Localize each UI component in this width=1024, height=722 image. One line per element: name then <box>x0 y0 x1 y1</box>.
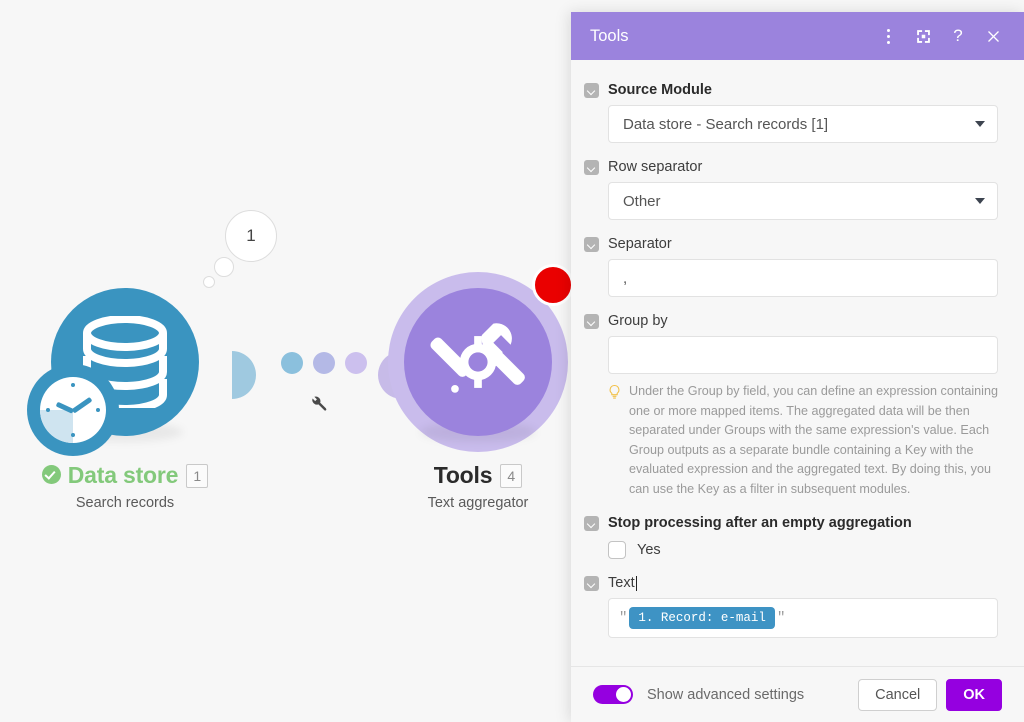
connector-dot-3 <box>345 352 367 374</box>
field-header-text[interactable]: Text <box>584 575 998 591</box>
module-name: Tools <box>433 462 493 488</box>
group-by-hint: Under the Group by field, you can define… <box>584 382 998 499</box>
field-wrap-source-module: Data store - Search records [1] <box>584 105 998 143</box>
panel-header: Tools ? <box>571 12 1024 60</box>
panel-body: Source Module Data store - Search record… <box>571 60 1024 666</box>
chevron-down-icon[interactable] <box>584 159 599 175</box>
scheduled-clock-icon <box>27 364 119 456</box>
select-value: Other <box>623 192 661 210</box>
chevron-down-icon <box>975 121 985 127</box>
chevron-down-icon <box>975 198 985 204</box>
module-tools[interactable]: Tools 4 Text aggregator <box>388 264 574 511</box>
help-icon[interactable]: ? <box>943 21 973 51</box>
status-ok-icon <box>41 465 61 484</box>
group-by-input[interactable] <box>608 336 998 374</box>
module-data-store[interactable]: Data store 1 Search records <box>27 272 215 511</box>
ok-button[interactable]: OK <box>946 678 1002 711</box>
module-label-data-store: Data store 1 Search records <box>0 462 255 511</box>
cancel-button[interactable]: Cancel <box>858 678 938 711</box>
show-advanced-settings-toggle[interactable] <box>593 685 633 704</box>
chevron-down-icon[interactable] <box>584 515 599 531</box>
module-subtitle: Text aggregator <box>427 495 529 511</box>
toggle-knob <box>616 687 631 702</box>
module-label-tools: Tools 4 Text aggregator <box>348 462 608 511</box>
connector-dot-2 <box>313 352 335 374</box>
open-quote: " <box>619 610 628 627</box>
chevron-down-icon[interactable] <box>584 313 599 329</box>
module-badge: 4 <box>500 463 523 488</box>
field-wrap-separator: , <box>584 259 998 297</box>
hint-text: Under the Group by field, you can define… <box>629 384 998 496</box>
tools-icon <box>404 288 552 436</box>
field-label: Text <box>608 575 635 592</box>
show-advanced-settings-label: Show advanced settings <box>647 686 805 703</box>
close-icon[interactable] <box>978 21 1008 51</box>
bundle-counter-value: 1 <box>225 210 277 262</box>
text-token-input[interactable]: " 1. Record: e-mail " <box>608 598 998 639</box>
field-wrap-text: " 1. Record: e-mail " <box>584 598 998 639</box>
field-header-group-by[interactable]: Group by <box>584 313 998 329</box>
field-wrap-group-by <box>584 336 998 374</box>
field-header-stop-processing[interactable]: Stop processing after an empty aggregati… <box>584 515 998 531</box>
text-cursor-caret <box>635 575 637 591</box>
source-module-select[interactable]: Data store - Search records [1] <box>608 105 998 143</box>
connector-dot-1 <box>281 352 303 374</box>
field-wrap-row-separator: Other <box>584 182 998 220</box>
module-name: Data store <box>67 462 179 488</box>
panel-footer: Show advanced settings Cancel OK <box>571 666 1024 722</box>
kebab-menu-icon[interactable] <box>873 21 903 51</box>
expand-icon[interactable] <box>908 21 938 51</box>
connector-arc-left <box>232 351 256 399</box>
bundle-counter-bubble-mid <box>214 257 234 277</box>
tools-settings-panel[interactable]: Tools ? Source Module Data store - Searc… <box>571 12 1024 722</box>
field-label: Stop processing after an empty aggregati… <box>608 515 912 532</box>
field-header-source-module[interactable]: Source Module <box>584 82 998 98</box>
module-badge: 1 <box>186 463 209 488</box>
stop-processing-checkbox-row[interactable]: Yes <box>584 541 998 560</box>
field-label: Separator <box>608 236 672 252</box>
chevron-down-icon[interactable] <box>584 82 599 98</box>
field-header-row-separator[interactable]: Row separator <box>584 159 998 175</box>
field-label: Row separator <box>608 159 703 175</box>
checkbox-label: Yes <box>637 542 661 559</box>
panel-title: Tools <box>590 26 629 45</box>
row-separator-select[interactable]: Other <box>608 182 998 220</box>
stop-processing-checkbox[interactable] <box>608 541 626 560</box>
mapped-token-pill[interactable]: 1. Record: e-mail <box>629 607 775 630</box>
field-label: Group by <box>608 313 668 329</box>
input-value: , <box>623 269 628 287</box>
module-subtitle: Search records <box>75 495 175 511</box>
chevron-down-icon[interactable] <box>584 236 599 252</box>
field-header-separator[interactable]: Separator <box>584 236 998 252</box>
separator-input[interactable]: , <box>608 259 998 297</box>
select-value: Data store - Search records [1] <box>623 115 829 133</box>
chevron-down-icon[interactable] <box>584 575 599 591</box>
close-quote: " <box>776 610 786 627</box>
lightbulb-icon <box>608 384 621 499</box>
status-error-badge <box>532 264 574 306</box>
wrench-icon[interactable] <box>308 393 328 419</box>
field-label: Source Module <box>608 82 712 98</box>
